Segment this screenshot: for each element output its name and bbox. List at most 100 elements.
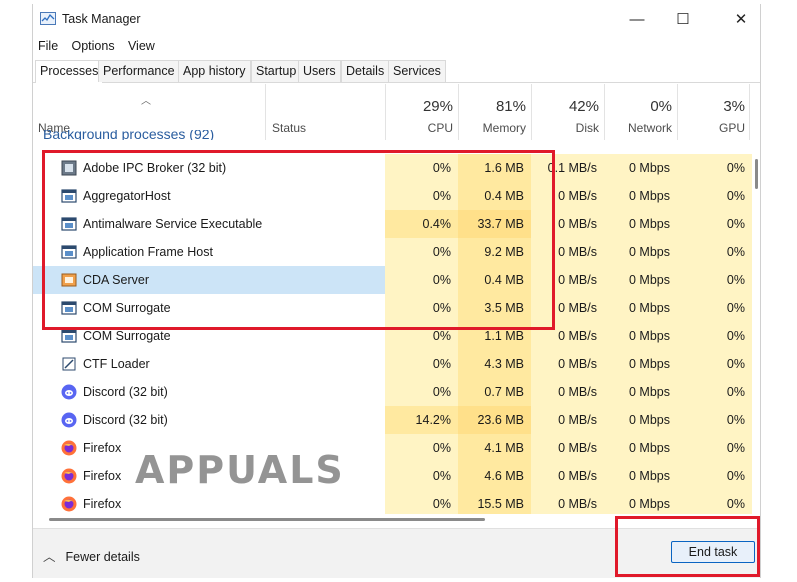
firefox-icon bbox=[61, 468, 77, 484]
tab-details[interactable]: Details bbox=[341, 60, 390, 82]
column-cpu[interactable]: CPU bbox=[385, 121, 453, 135]
process-net: 0 Mbps bbox=[629, 497, 670, 511]
process-net: 0 Mbps bbox=[629, 217, 670, 231]
gpu-percent[interactable]: 3% bbox=[677, 98, 745, 115]
process-cpu: 0% bbox=[432, 385, 451, 399]
process-mem: 15.5 MB bbox=[477, 497, 524, 511]
tab-services[interactable]: Services bbox=[388, 60, 446, 82]
column-network[interactable]: Network bbox=[604, 121, 672, 135]
process-name: Firefox bbox=[83, 441, 122, 455]
process-gpu: 0% bbox=[726, 441, 745, 455]
process-gpu: 0% bbox=[726, 497, 745, 511]
menu-view[interactable]: View bbox=[123, 37, 160, 55]
process-gpu: 0% bbox=[726, 329, 745, 343]
process-mem: 4.1 MB bbox=[484, 441, 524, 455]
watermark-logo: APPUALS bbox=[135, 448, 345, 492]
column-disk[interactable]: Disk bbox=[531, 121, 599, 135]
menu-bar: File Options View bbox=[33, 37, 160, 57]
horizontal-scroll-thumb[interactable] bbox=[49, 518, 485, 521]
process-disk: 0 MB/s bbox=[558, 329, 597, 343]
process-gpu: 0% bbox=[726, 469, 745, 483]
process-name: Firefox bbox=[83, 497, 122, 511]
process-net: 0 Mbps bbox=[629, 441, 670, 455]
process-name: Discord (32 bit) bbox=[83, 385, 168, 399]
process-disk: 0 MB/s bbox=[558, 497, 597, 511]
process-net: 0 Mbps bbox=[629, 413, 670, 427]
process-gpu: 0% bbox=[726, 385, 745, 399]
process-cpu: 0% bbox=[432, 497, 451, 511]
group-header-background[interactable]: Background processes (92) bbox=[43, 130, 214, 140]
process-mem: 4.3 MB bbox=[484, 357, 524, 371]
process-gpu: 0% bbox=[726, 161, 745, 175]
tab-processes[interactable]: Processes bbox=[35, 60, 104, 83]
close-button[interactable]: ✕ bbox=[718, 4, 760, 34]
process-mem: 1.1 MB bbox=[484, 329, 524, 343]
process-net: 0 Mbps bbox=[629, 245, 670, 259]
chevron-up-icon: ︿ bbox=[43, 550, 56, 564]
discord-icon bbox=[61, 384, 77, 400]
memory-percent[interactable]: 81% bbox=[458, 98, 526, 115]
process-disk: 0 MB/s bbox=[558, 413, 597, 427]
column-gpu[interactable]: GPU bbox=[677, 121, 745, 135]
process-gpu: 0% bbox=[726, 189, 745, 203]
process-disk: 0 MB/s bbox=[558, 357, 597, 371]
process-cpu: 14.2% bbox=[415, 413, 451, 427]
tab-users[interactable]: Users bbox=[298, 60, 341, 82]
process-row[interactable]: Firefox 0% 15.5 MB 0 MB/s 0 Mbps 0% bbox=[33, 490, 760, 514]
tab-startup[interactable]: Startup bbox=[251, 60, 302, 82]
column-status[interactable]: Status bbox=[272, 121, 306, 135]
highlight-box-end-task bbox=[615, 516, 760, 577]
cpu-percent[interactable]: 29% bbox=[385, 98, 453, 115]
process-net: 0 Mbps bbox=[629, 189, 670, 203]
process-mem: 4.6 MB bbox=[484, 469, 524, 483]
process-gpu: 0% bbox=[726, 413, 745, 427]
title-bar: Task Manager — ☐ ✕ bbox=[33, 4, 760, 34]
process-net: 0 Mbps bbox=[629, 273, 670, 287]
process-disk: 0 MB/s bbox=[558, 385, 597, 399]
process-net: 0 Mbps bbox=[629, 329, 670, 343]
process-disk: 0 MB/s bbox=[558, 469, 597, 483]
process-disk: 0 MB/s bbox=[558, 441, 597, 455]
process-name: Firefox bbox=[83, 469, 122, 483]
menu-options[interactable]: Options bbox=[67, 37, 120, 55]
ctf-icon bbox=[61, 356, 77, 372]
process-mem: 0.7 MB bbox=[484, 385, 524, 399]
firefox-icon bbox=[61, 496, 77, 512]
tab-app-history[interactable]: App history bbox=[178, 60, 251, 82]
fewer-details-button[interactable]: ︿ Fewer details bbox=[43, 546, 140, 565]
process-gpu: 0% bbox=[726, 357, 745, 371]
process-row[interactable]: Discord (32 bit) 14.2% 23.6 MB 0 MB/s 0 Mbps… bbox=[33, 406, 760, 434]
process-gpu: 0% bbox=[726, 301, 745, 315]
process-row[interactable]: Discord (32 bit) 0% 0.7 MB 0 MB/s 0 Mbps 0% bbox=[33, 378, 760, 406]
tab-performance[interactable]: Performance bbox=[98, 60, 180, 82]
process-net: 0 Mbps bbox=[629, 301, 670, 315]
vertical-scrollbar[interactable] bbox=[755, 159, 758, 189]
process-gpu: 0% bbox=[726, 273, 745, 287]
process-cpu: 0% bbox=[432, 469, 451, 483]
process-net: 0 Mbps bbox=[629, 469, 670, 483]
process-net: 0 Mbps bbox=[629, 357, 670, 371]
minimize-button[interactable]: — bbox=[614, 4, 660, 34]
menu-file[interactable]: File bbox=[33, 37, 63, 55]
firefox-icon bbox=[61, 440, 77, 456]
sort-up-icon[interactable]: ︿ bbox=[141, 92, 151, 107]
app-window-icon bbox=[61, 328, 77, 344]
tab-bar: Processes Performance App history Startu… bbox=[33, 60, 760, 83]
column-memory[interactable]: Memory bbox=[458, 121, 526, 135]
process-gpu: 0% bbox=[726, 245, 745, 259]
process-name: Discord (32 bit) bbox=[83, 413, 168, 427]
discord-icon bbox=[61, 412, 77, 428]
process-row[interactable]: CTF Loader 0% 4.3 MB 0 MB/s 0 Mbps 0% bbox=[33, 350, 760, 378]
process-cpu: 0% bbox=[432, 329, 451, 343]
task-manager-icon bbox=[40, 12, 56, 25]
process-cpu: 0% bbox=[432, 357, 451, 371]
disk-percent[interactable]: 42% bbox=[531, 98, 599, 115]
process-name: CTF Loader bbox=[83, 357, 150, 371]
process-gpu: 0% bbox=[726, 217, 745, 231]
process-net: 0 Mbps bbox=[629, 385, 670, 399]
maximize-button[interactable]: ☐ bbox=[660, 4, 706, 34]
process-net: 0 Mbps bbox=[629, 161, 670, 175]
process-mem: 23.6 MB bbox=[477, 413, 524, 427]
network-percent[interactable]: 0% bbox=[604, 98, 672, 115]
highlight-box-processes bbox=[42, 150, 555, 330]
